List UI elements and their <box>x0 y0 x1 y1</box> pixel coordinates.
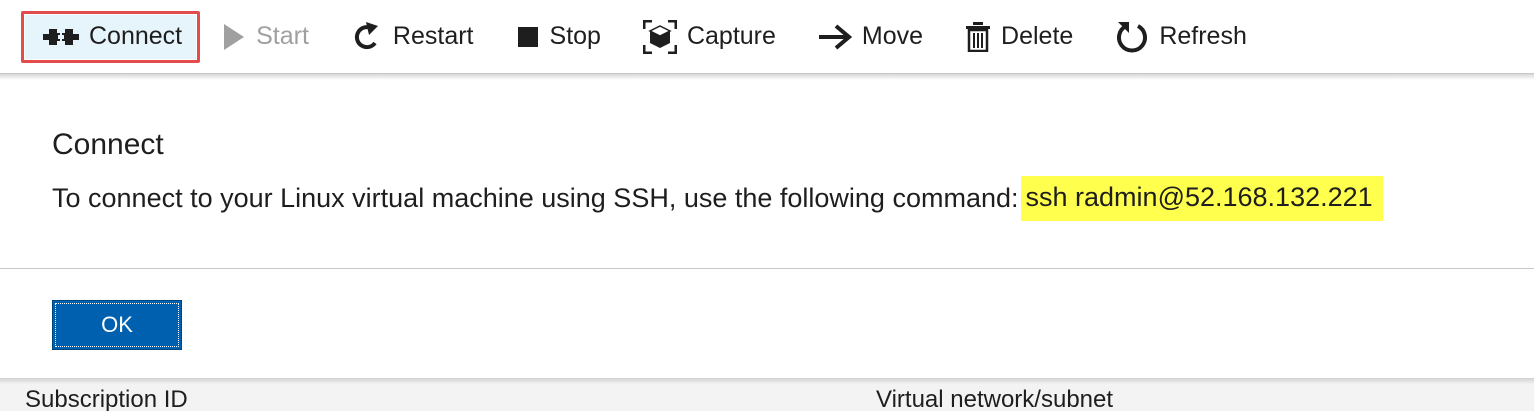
stop-icon <box>516 25 540 49</box>
stop-label: Stop <box>549 22 601 50</box>
dialog-message-row: To connect to your Linux virtual machine… <box>52 176 1383 221</box>
vm-connect-page: Connect Start Restart Stop Capture Move … <box>0 0 1534 411</box>
delete-label: Delete <box>1001 22 1074 50</box>
dialog-bottom-shadow <box>0 378 1534 384</box>
dialog-message: To connect to your Linux virtual machine… <box>52 183 1019 213</box>
delete-button[interactable]: Delete <box>965 15 1073 59</box>
arrow-right-icon <box>818 23 852 51</box>
start-label: Start <box>256 22 309 50</box>
move-button[interactable]: Move <box>818 15 923 59</box>
restart-label: Restart <box>392 22 474 50</box>
connect-dialog: Connect To connect to your Linux virtual… <box>0 80 1534 380</box>
restart-button[interactable]: Restart <box>351 15 474 59</box>
connect-button[interactable]: Connect <box>21 10 201 63</box>
refresh-label: Refresh <box>1159 22 1247 50</box>
stop-button[interactable]: Stop <box>516 15 601 59</box>
command-toolbar: Connect Start Restart Stop Capture Move … <box>0 0 1534 74</box>
refresh-icon <box>1115 20 1149 54</box>
dialog-title: Connect <box>52 128 164 161</box>
restart-icon <box>351 21 383 53</box>
subscription-id-label: Subscription ID <box>25 386 188 411</box>
start-button[interactable]: Start <box>222 15 309 59</box>
dialog-divider <box>0 268 1534 269</box>
connect-plug-icon <box>43 26 79 48</box>
ok-button[interactable]: OK <box>52 300 182 350</box>
refresh-button[interactable]: Refresh <box>1115 15 1247 59</box>
capture-icon <box>642 19 677 54</box>
trash-icon <box>965 21 991 52</box>
connect-label: Connect <box>89 22 183 50</box>
capture-label: Capture <box>686 22 776 50</box>
virtual-network-label: Virtual network/subnet <box>876 386 1114 411</box>
background-properties: Subscription ID Virtual network/subnet <box>0 380 1534 411</box>
play-icon <box>222 23 246 51</box>
ssh-command[interactable]: ssh radmin@52.168.132.221 <box>1020 176 1383 221</box>
move-label: Move <box>861 22 924 50</box>
capture-button[interactable]: Capture <box>642 15 776 59</box>
